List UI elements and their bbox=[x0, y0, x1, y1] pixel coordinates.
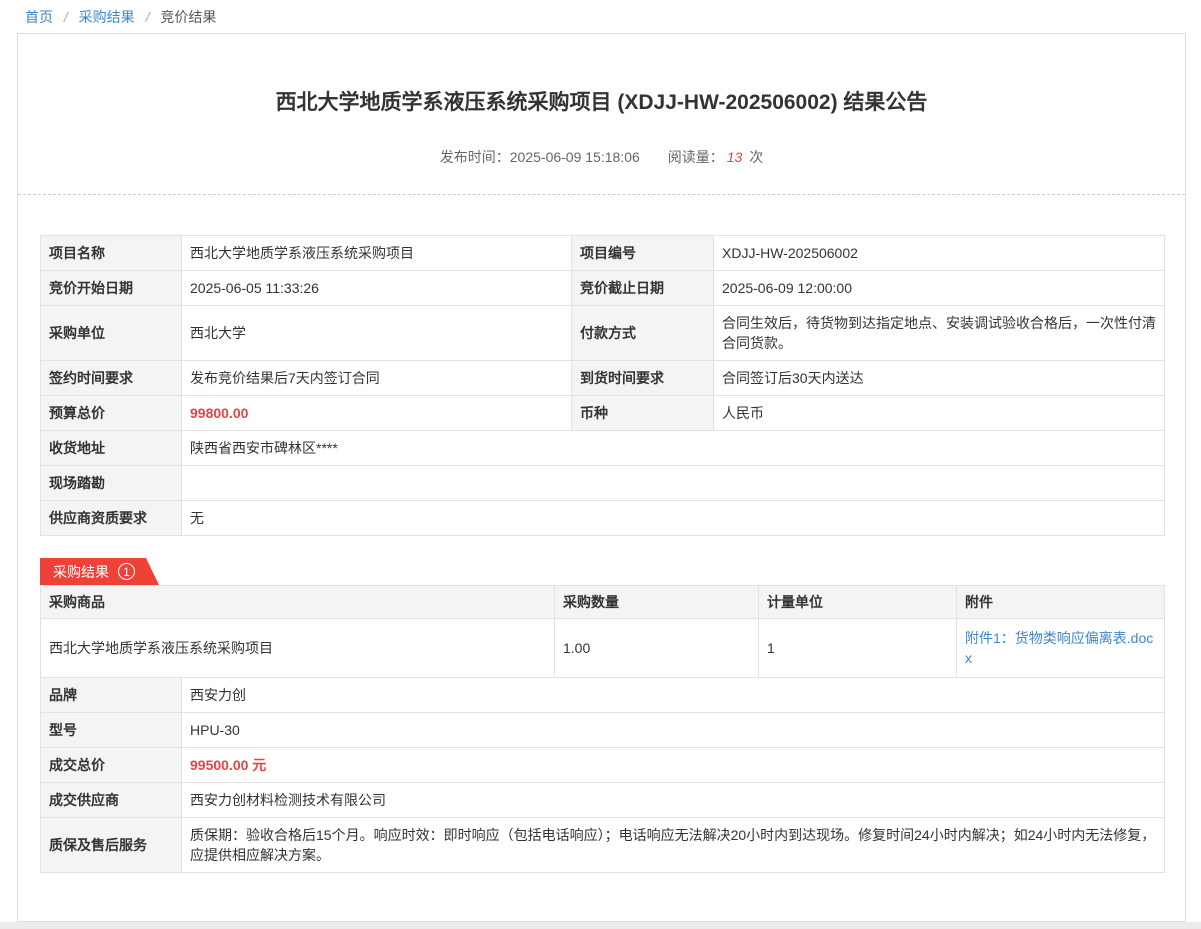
project-info-table: 项目名称 西北大学地质学系液压系统采购项目 项目编号 XDJJ-HW-20250… bbox=[40, 235, 1165, 536]
table-row: 竞价开始日期 2025-06-05 11:33:26 竞价截止日期 2025-0… bbox=[41, 271, 1165, 306]
product-name-value: 西北大学地质学系液压系统采购项目 bbox=[41, 619, 555, 678]
model-value: HPU-30 bbox=[182, 713, 1165, 748]
product-quantity-value: 1.00 bbox=[555, 619, 759, 678]
header-quantity: 采购数量 bbox=[555, 586, 759, 619]
page-title: 西北大学地质学系液压系统采购项目 (XDJJ-HW-202506002) 结果公… bbox=[18, 86, 1185, 116]
bid-end-label: 竞价截止日期 bbox=[572, 271, 714, 306]
project-code-value: XDJJ-HW-202506002 bbox=[714, 236, 1165, 271]
result-detail-table: 品牌 西安力创 型号 HPU-30 成交总价 99500.00 元 成交供应商 … bbox=[40, 677, 1165, 873]
breadcrumb-link-procurement-results[interactable]: 采购结果 bbox=[79, 9, 135, 25]
table-row: 预算总价 99800.00 币种 人民币 bbox=[41, 396, 1165, 431]
publish-time-label: 发布时间： bbox=[440, 149, 510, 165]
qualification-value: 无 bbox=[182, 501, 1165, 536]
table-row: 项目名称 西北大学地质学系液压系统采购项目 项目编号 XDJJ-HW-20250… bbox=[41, 236, 1165, 271]
table-row: 品牌 西安力创 bbox=[41, 678, 1165, 713]
delivery-time-label: 到货时间要求 bbox=[572, 361, 714, 396]
page-bottom-strip bbox=[0, 922, 1201, 929]
breadcrumb-link-home[interactable]: 首页 bbox=[25, 9, 53, 25]
publish-time-value: 2025-06-09 15:18:06 bbox=[510, 149, 640, 165]
breadcrumb-separator: / bbox=[64, 9, 68, 25]
bid-end-value: 2025-06-09 12:00:00 bbox=[714, 271, 1165, 306]
table-row: 签约时间要求 发布竞价结果后7天内签订合同 到货时间要求 合同签订后30天内送达 bbox=[41, 361, 1165, 396]
site-survey-label: 现场踏勘 bbox=[41, 466, 182, 501]
budget-value: 99800.00 bbox=[182, 396, 572, 431]
table-row: 现场踏勘 bbox=[41, 466, 1165, 501]
qualification-label: 供应商资质要求 bbox=[41, 501, 182, 536]
bid-start-label: 竞价开始日期 bbox=[41, 271, 182, 306]
result-count-badge: 1 bbox=[118, 563, 135, 580]
model-label: 型号 bbox=[41, 713, 182, 748]
delivery-time-value: 合同签订后30天内送达 bbox=[714, 361, 1165, 396]
supplier-label: 成交供应商 bbox=[41, 783, 182, 818]
address-label: 收货地址 bbox=[41, 431, 182, 466]
warranty-value: 质保期：验收合格后15个月。响应时效：即时响应（包括电话响应）；电话响应无法解决… bbox=[182, 818, 1165, 873]
read-count-unit: 次 bbox=[749, 149, 763, 165]
table-row: 收货地址 陕西省西安市碑林区**** bbox=[41, 431, 1165, 466]
brand-value: 西安力创 bbox=[182, 678, 1165, 713]
payment-value: 合同生效后，待货物到达指定地点、安装调试验收合格后，一次性付清合同货款。 bbox=[714, 306, 1165, 361]
table-row: 成交总价 99500.00 元 bbox=[41, 748, 1165, 783]
sign-time-value: 发布竞价结果后7天内签订合同 bbox=[182, 361, 572, 396]
purchaser-label: 采购单位 bbox=[41, 306, 182, 361]
table-header-row: 采购商品 采购数量 计量单位 附件 bbox=[41, 586, 1165, 619]
table-row: 质保及售后服务 质保期：验收合格后15个月。响应时效：即时响应（包括电话响应）；… bbox=[41, 818, 1165, 873]
project-name-value: 西北大学地质学系液压系统采购项目 bbox=[182, 236, 572, 271]
table-row: 采购单位 西北大学 付款方式 合同生效后，待货物到达指定地点、安装调试验收合格后… bbox=[41, 306, 1165, 361]
deal-price-value: 99500.00 元 bbox=[182, 748, 1165, 783]
address-value: 陕西省西安市碑林区**** bbox=[182, 431, 1165, 466]
breadcrumb-current-bidding-results: 竞价结果 bbox=[160, 9, 216, 25]
purchaser-value: 西北大学 bbox=[182, 306, 572, 361]
header-attachment: 附件 bbox=[957, 586, 1165, 619]
brand-label: 品牌 bbox=[41, 678, 182, 713]
currency-value: 人民币 bbox=[714, 396, 1165, 431]
breadcrumb-separator: / bbox=[146, 9, 150, 25]
product-unit-value: 1 bbox=[759, 619, 957, 678]
project-code-label: 项目编号 bbox=[572, 236, 714, 271]
read-count-label: 阅读量： bbox=[668, 149, 724, 165]
result-section-badge: 采购结果 1 bbox=[40, 558, 159, 585]
announcement-card: 西北大学地质学系液压系统采购项目 (XDJJ-HW-202506002) 结果公… bbox=[17, 33, 1186, 922]
deal-price-label: 成交总价 bbox=[41, 748, 182, 783]
currency-label: 币种 bbox=[572, 396, 714, 431]
table-row: 西北大学地质学系液压系统采购项目 1.00 1 附件1：货物类响应偏离表.doc… bbox=[41, 619, 1165, 678]
result-items-table: 采购商品 采购数量 计量单位 附件 西北大学地质学系液压系统采购项目 1.00 … bbox=[40, 585, 1165, 678]
attachment-link[interactable]: 附件1：货物类响应偏离表.docx bbox=[965, 630, 1153, 666]
budget-label: 预算总价 bbox=[41, 396, 182, 431]
bid-start-value: 2025-06-05 11:33:26 bbox=[182, 271, 572, 306]
result-badge-label: 采购结果 bbox=[53, 562, 109, 582]
warranty-label: 质保及售后服务 bbox=[41, 818, 182, 873]
header-unit: 计量单位 bbox=[759, 586, 957, 619]
table-row: 供应商资质要求 无 bbox=[41, 501, 1165, 536]
project-name-label: 项目名称 bbox=[41, 236, 182, 271]
dashed-divider bbox=[18, 194, 1185, 195]
table-row: 成交供应商 西安力创材料检测技术有限公司 bbox=[41, 783, 1165, 818]
supplier-value: 西安力创材料检测技术有限公司 bbox=[182, 783, 1165, 818]
breadcrumb: 首页 / 采购结果 / 竞价结果 bbox=[0, 0, 1201, 33]
read-count-value: 13 bbox=[727, 149, 743, 165]
payment-label: 付款方式 bbox=[572, 306, 714, 361]
publish-meta: 发布时间：2025-06-09 15:18:06 阅读量：13 次 bbox=[18, 147, 1185, 167]
sign-time-label: 签约时间要求 bbox=[41, 361, 182, 396]
header-product: 采购商品 bbox=[41, 586, 555, 619]
site-survey-value bbox=[182, 466, 1165, 501]
table-row: 型号 HPU-30 bbox=[41, 713, 1165, 748]
